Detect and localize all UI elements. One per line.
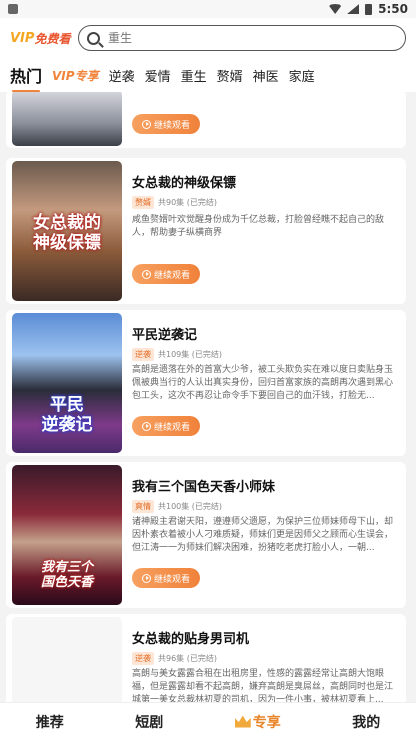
drama-cover[interactable]: 女总裁的 神级保镖 <box>12 161 122 301</box>
drama-cover[interactable]: 平民 逆袭记 <box>12 313 122 453</box>
category-tabs: 热门 VIP专享 逆袭 爱情 重生 赘婿 神医 家庭 <box>0 58 416 93</box>
tab-family[interactable]: 家庭 <box>289 66 315 85</box>
drama-title: 平民逆袭记 <box>132 328 198 343</box>
continue-watching-button[interactable]: 继续观看 <box>132 416 200 436</box>
drama-card[interactable]: 女总裁的贴身男司机 逆袭 共96集 (已完结) 高朗与美女露露合租在出租房里，性… <box>6 614 406 702</box>
app-logo: VIP 免费看 <box>10 30 72 47</box>
nav-recommend[interactable]: 推荐 <box>36 712 64 732</box>
continue-watching-button[interactable]: 继续观看 <box>132 264 200 284</box>
status-time: 5:50 <box>378 2 408 16</box>
search-bar[interactable] <box>78 25 406 51</box>
button-label: 继续观看 <box>153 120 190 131</box>
status-bar: 5:50 <box>0 0 416 18</box>
drama-meta: 逆袭 共109集 (已完结) <box>132 348 222 361</box>
episode-count: 共109集 (已完结) <box>158 350 223 359</box>
drama-meta: 赘婿 共90集 (已完结) <box>132 196 217 209</box>
play-icon <box>141 421 151 431</box>
drama-card[interactable]: 平民 逆袭记 平民逆袭记 逆袭 共109集 (已完结) 高朗是遗落在外的首富大少… <box>6 310 406 456</box>
button-label: 继续观看 <box>153 422 190 433</box>
button-label: 继续观看 <box>153 574 190 585</box>
tab-counterattack[interactable]: 逆袭 <box>109 66 135 85</box>
nav-vip-label: 专享 <box>252 714 281 731</box>
tab-son-in-law[interactable]: 赘婿 <box>217 66 243 85</box>
drama-card[interactable]: 女总裁的 神级保镖 女总裁的神级保镖 赘婿 共90集 (已完结) 咸鱼赘婿叶欢觉… <box>6 158 406 304</box>
tab-rebirth[interactable]: 重生 <box>181 66 207 85</box>
drama-description: 高朗是遗落在外的首富大少爷，被工头欺负实在难以度日卖贴身玉佩被典当行的人认出真实… <box>132 365 394 401</box>
wifi-icon <box>329 4 342 14</box>
continue-watching-button[interactable]: 继续观看 <box>132 114 200 134</box>
drama-title: 我有三个国色天香小师妹 <box>132 480 276 495</box>
drama-feed[interactable]: 继续观看 女总裁的 神级保镖 女总裁的神级保镖 赘婿 共90集 (已完结) 咸鱼… <box>0 92 416 702</box>
drama-cover[interactable] <box>12 92 122 146</box>
drama-meta: 逆袭 共96集 (已完结) <box>132 652 217 665</box>
genre-tag: 逆袭 <box>132 652 154 665</box>
drama-meta: 爽情 共100集 (已完结) <box>132 500 222 513</box>
drama-description: 高朗与美女露露合租在出租房里，性感的露露经常让高朗大饱眼福，但是露露却看不起高朗… <box>132 669 394 702</box>
drama-title: 女总裁的神级保镖 <box>132 176 237 191</box>
logo-text: 免费看 <box>34 31 71 46</box>
status-icons: 5:50 <box>329 2 408 16</box>
drama-cover[interactable] <box>12 617 122 702</box>
cover-title: 女总裁的 神级保镖 <box>33 213 101 253</box>
nav-vip[interactable]: 专享 <box>234 712 281 732</box>
tab-vip[interactable]: VIP专享 <box>52 67 99 84</box>
drama-cover[interactable]: 我有三个 国色天香 <box>12 465 122 605</box>
drama-title: 女总裁的贴身男司机 <box>132 632 250 647</box>
tab-doctor[interactable]: 神医 <box>253 66 279 85</box>
logo-vip: VIP <box>10 30 35 46</box>
episode-count: 共96集 (已完结) <box>158 654 217 663</box>
drama-description: 咸鱼赘婿叶欢觉醒身份成为千亿总裁，打脸曾经瞧不起自己的敌人，帮助妻子纵横商界 <box>132 215 385 238</box>
nav-mine[interactable]: 我的 <box>352 712 380 732</box>
drama-card[interactable]: 我有三个 国色天香 我有三个国色天香小师妹 爽情 共100集 (已完结) 诸神殿… <box>6 462 406 608</box>
continue-watching-button[interactable]: 继续观看 <box>132 568 200 588</box>
nav-short-drama[interactable]: 短剧 <box>135 712 163 732</box>
cover-title: 平民 逆袭记 <box>41 395 93 435</box>
bottom-navigation: 推荐 短剧 专享 我的 <box>0 702 416 740</box>
signal-icon <box>347 4 360 14</box>
genre-tag: 逆袭 <box>132 348 154 361</box>
crown-icon <box>234 715 251 728</box>
tab-hot[interactable]: 热门 <box>10 63 42 93</box>
app-header: VIP 免费看 <box>0 18 416 58</box>
drama-card[interactable]: 继续观看 <box>6 92 406 148</box>
genre-tag: 赘婿 <box>132 196 154 209</box>
battery-icon <box>365 3 373 15</box>
button-label: 继续观看 <box>153 270 190 281</box>
search-input[interactable] <box>108 31 397 45</box>
play-icon <box>141 119 151 129</box>
notification-icon <box>8 4 18 14</box>
genre-tag: 爽情 <box>132 500 154 513</box>
search-icon <box>87 31 100 45</box>
play-icon <box>141 269 151 279</box>
episode-count: 共90集 (已完结) <box>158 198 217 207</box>
drama-description: 诸神殿主君谢天阳，遵遵师父遗愿，为保护三位师妹师母下山，却因朴素衣着被小人刁难质… <box>132 517 394 553</box>
cover-title: 我有三个 国色天香 <box>40 560 93 590</box>
tab-romance[interactable]: 爱情 <box>145 66 171 85</box>
episode-count: 共100集 (已完结) <box>158 502 223 511</box>
play-icon <box>141 573 151 583</box>
